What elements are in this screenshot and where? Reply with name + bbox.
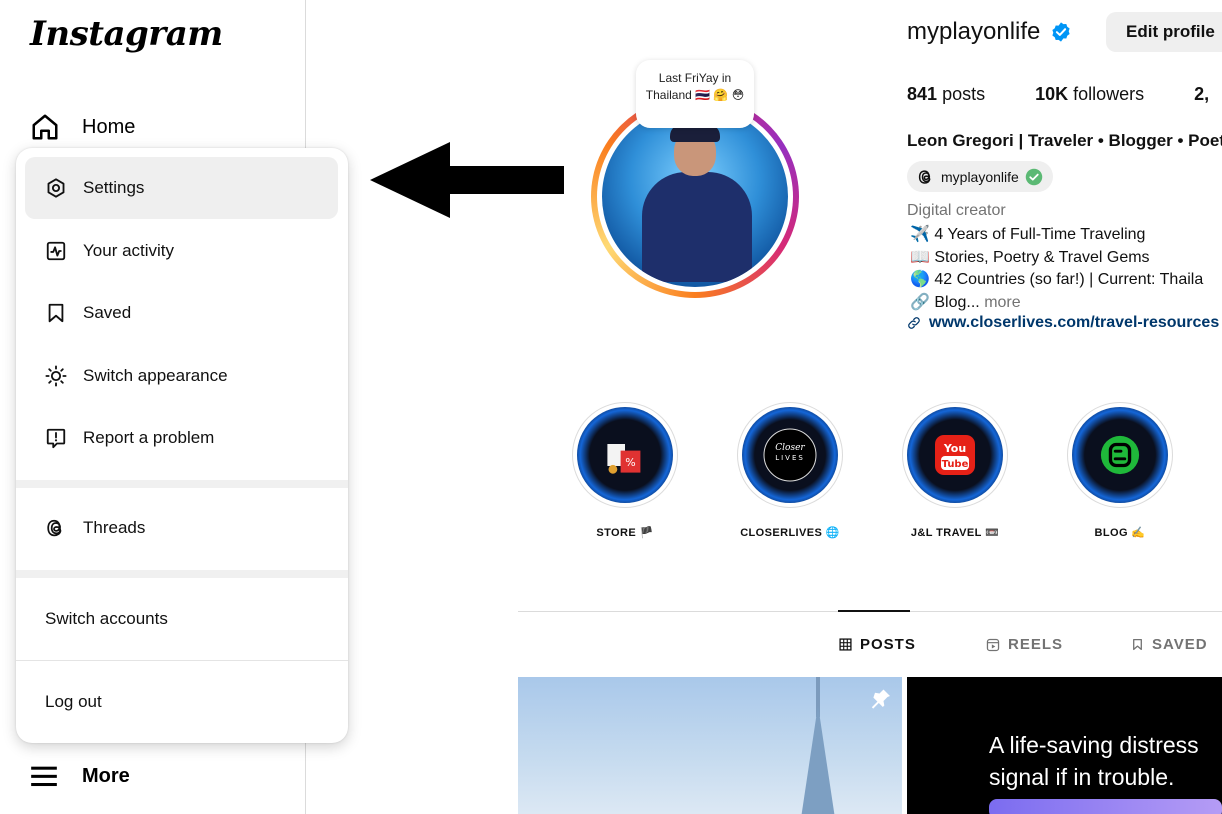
tab-posts[interactable]: POSTS	[839, 636, 916, 653]
menu-item-switch-appearance[interactable]: Switch appearance	[25, 345, 338, 407]
switch-accounts-button[interactable]: Switch accounts	[45, 609, 168, 629]
home-icon	[32, 114, 58, 140]
tab-label: POSTS	[860, 636, 916, 653]
menu-item-threads[interactable]: Threads	[25, 497, 338, 559]
menu-item-report-problem[interactable]: Report a problem	[25, 407, 338, 469]
svg-text:%: %	[625, 456, 635, 469]
highlight-label: BLOG ✍️	[1094, 527, 1146, 539]
sidebar-item-home[interactable]: Home	[30, 112, 135, 142]
bookmark-icon	[48, 303, 64, 323]
tower-image	[800, 705, 836, 814]
menu-item-label: Switch appearance	[83, 366, 228, 385]
grid-icon	[839, 638, 852, 651]
svg-text:Closer: Closer	[775, 443, 805, 453]
posts-stat: 841 posts	[907, 84, 986, 104]
bio-line: 🌎 42 Countries (so far!) | Current: Thai…	[910, 271, 1204, 288]
profile-full-name: Leon Gregori | Traveler • Blogger • Poet	[907, 131, 1222, 150]
bio-line: ✈️ 4 Years of Full-Time Traveling	[910, 226, 1146, 243]
highlight-store[interactable]: % STORE 🏴	[572, 402, 678, 539]
post-thumbnail[interactable]: A life-saving distress signal if in trou…	[907, 677, 1222, 814]
tab-reels[interactable]: REELS	[986, 636, 1063, 653]
menu-item-settings[interactable]: Settings	[25, 157, 338, 219]
tab-saved[interactable]: SAVED	[1131, 636, 1208, 653]
avatar-photo	[602, 106, 788, 287]
tab-label: SAVED	[1152, 636, 1208, 653]
svg-text:You: You	[943, 442, 966, 455]
post-thumbnail[interactable]	[518, 677, 902, 814]
closerlives-logo-icon: Closer LIVES	[742, 407, 838, 503]
link-icon	[908, 317, 920, 329]
followers-stat[interactable]: 10K followers	[1035, 84, 1144, 105]
sun-icon	[45, 365, 67, 387]
active-tab-indicator	[838, 610, 910, 612]
highlight-label: STORE 🏴	[596, 527, 654, 539]
profile-website-link[interactable]: www.closerlives.com/travel-resources	[907, 314, 1219, 332]
instagram-logo[interactable]: Instagram	[30, 14, 223, 54]
sidebar-item-label: More	[82, 764, 130, 787]
highlight-label: CLOSERLIVES 🌐	[740, 527, 840, 539]
menu-item-saved[interactable]: Saved	[25, 282, 338, 344]
svg-text:Tube: Tube	[942, 459, 969, 470]
blog-icon	[1072, 407, 1168, 503]
closerlives-logo: Closer LIVES	[763, 428, 817, 482]
profile-bio: ✈️ 4 Years of Full-Time Traveling 📖 Stor…	[910, 224, 1203, 314]
verified-badge-icon	[1052, 22, 1071, 42]
highlight-label: J&L TRAVEL 📼	[910, 527, 1000, 539]
post-caption-overlay: A life-saving distress signal if in trou…	[989, 732, 1199, 790]
svg-text:LIVES: LIVES	[775, 454, 805, 462]
reels-icon	[986, 638, 1000, 651]
logout-button[interactable]: Log out	[45, 692, 102, 712]
menu-item-your-activity[interactable]: Your activity	[25, 220, 338, 282]
profile-username: myplayonlife	[907, 18, 1041, 45]
threads-handle: myplayonlife	[941, 168, 1019, 185]
bio-more-link[interactable]: more	[984, 294, 1020, 311]
profile-username-row: myplayonlife	[907, 18, 1072, 46]
post-image-strip	[989, 799, 1222, 814]
blogger-logo	[1100, 435, 1140, 475]
profile-note-bubble[interactable]: Last FriYay in Thailand 🇹🇭 🤗 😳	[636, 60, 754, 128]
menu-item-label: Threads	[83, 518, 146, 537]
settings-icon	[47, 178, 65, 198]
sidebar-item-label: Home	[82, 115, 136, 138]
highlight-closerlives[interactable]: Closer LIVES CLOSERLIVES 🌐	[737, 402, 843, 539]
store-highlight-icon: %	[577, 407, 673, 503]
threads-icon	[47, 519, 62, 537]
following-stat[interactable]: 2,	[1194, 84, 1209, 105]
menu-divider	[16, 480, 348, 488]
pin-icon	[871, 689, 890, 709]
pointer-arrow	[370, 142, 564, 218]
threads-handle-badge[interactable]: myplayonlife	[907, 161, 1053, 192]
bookmark-icon	[1133, 638, 1142, 651]
menu-item-label: Report a problem	[83, 428, 215, 447]
check-circle-icon	[1025, 168, 1043, 185]
report-icon	[46, 428, 66, 449]
threads-icon	[918, 169, 931, 184]
website-url: www.closerlives.com/travel-resources	[929, 314, 1220, 331]
highlight-jl-travel[interactable]: You Tube J&L TRAVEL 📼	[902, 402, 1008, 539]
bio-line: 📖 Stories, Poetry & Travel Gems	[910, 248, 1150, 266]
sidebar-item-more[interactable]: More	[30, 762, 130, 790]
youtube-logo: You Tube	[935, 435, 975, 475]
youtube-icon: You Tube	[907, 407, 1003, 503]
profile-stats: 841 posts 10K followers 2,	[907, 84, 1209, 105]
activity-icon	[46, 241, 66, 261]
menu-item-label: Settings	[83, 178, 145, 197]
hamburger-icon	[31, 766, 57, 787]
highlight-blog[interactable]: BLOG ✍️	[1067, 402, 1173, 539]
profile-category: Digital creator	[907, 202, 1006, 219]
menu-item-label: Saved	[83, 303, 132, 322]
more-menu: Settings Your activity Saved Switch appe…	[16, 148, 348, 743]
tab-label: REELS	[1008, 636, 1064, 653]
menu-divider	[16, 660, 348, 661]
menu-item-label: Your activity	[83, 241, 175, 260]
menu-divider	[16, 570, 348, 578]
bio-line: 🔗 Blog... more	[910, 293, 1021, 311]
shopping-bag-icon: %	[607, 444, 641, 474]
edit-profile-button[interactable]: Edit profile	[1106, 12, 1222, 52]
